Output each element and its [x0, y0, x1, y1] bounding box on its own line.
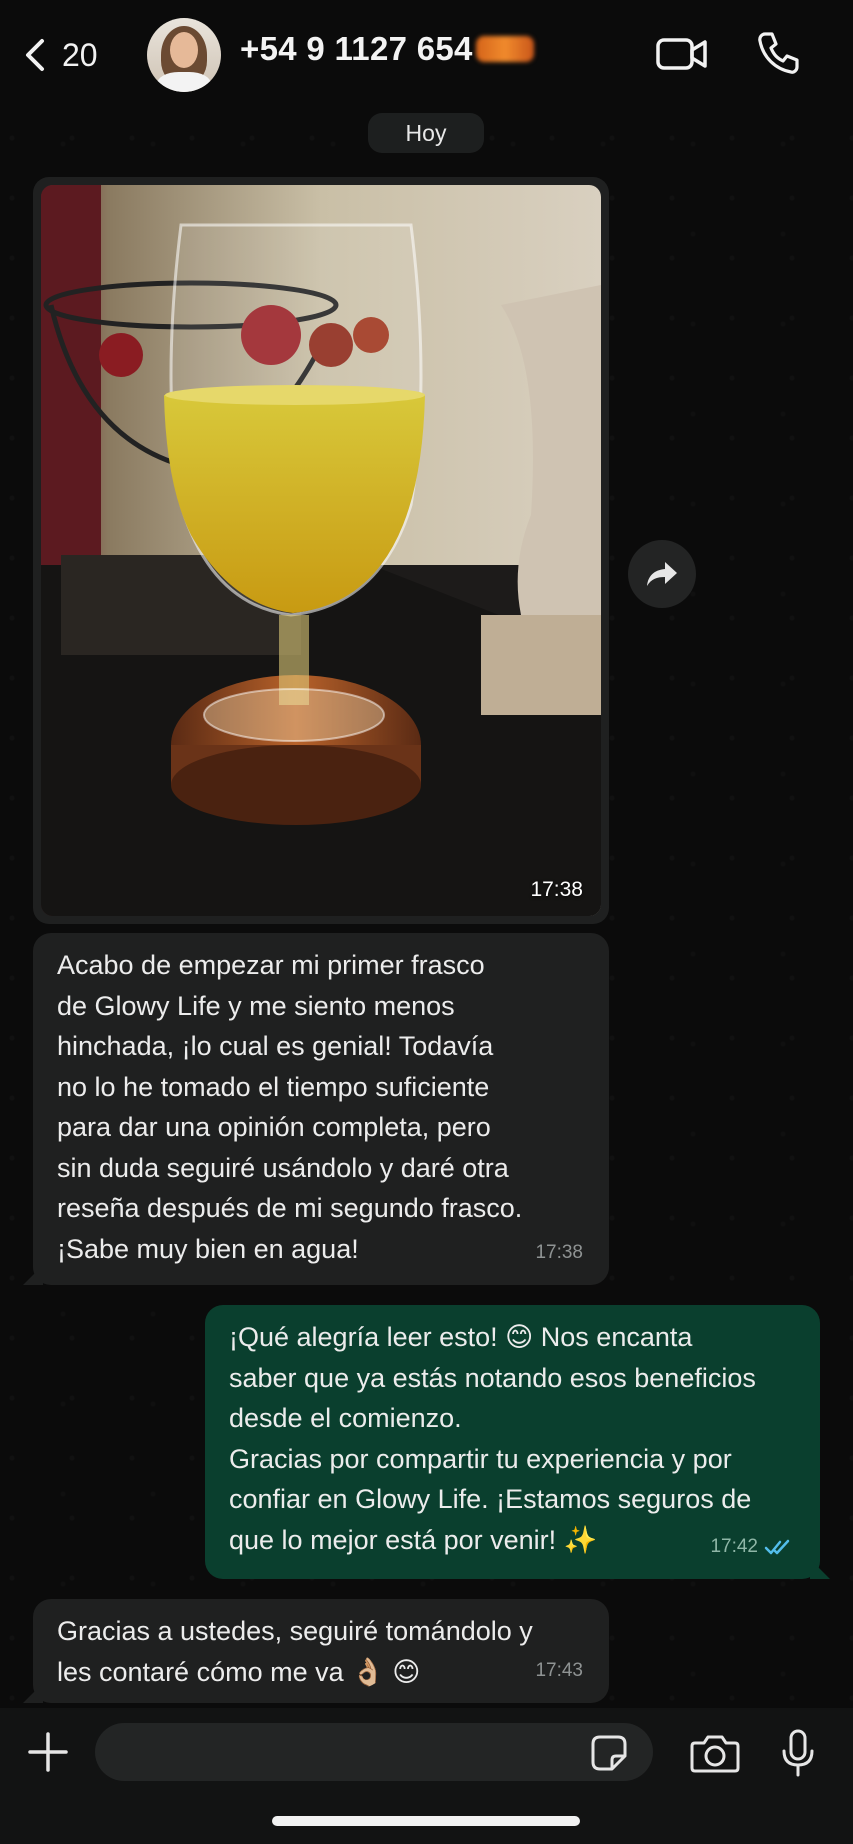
- message-input[interactable]: [95, 1723, 653, 1781]
- back-button[interactable]: 20: [20, 30, 120, 80]
- message-text: Acabo de empezar mi primer frasco de Glo…: [57, 950, 523, 1264]
- message-text: ¡Qué alegría leer esto! 😊 Nos encanta sa…: [229, 1322, 756, 1555]
- message-time: 17:38: [530, 878, 583, 901]
- unread-count: 20: [62, 36, 98, 73]
- incoming-message[interactable]: Gracias a ustedes, seguiré tomándolo y l…: [23, 1599, 609, 1703]
- forward-button[interactable]: [628, 540, 696, 608]
- redacted-digits: [475, 36, 534, 62]
- contact-number: +54 9 1127 654: [240, 30, 473, 67]
- forward-icon: [647, 562, 677, 586]
- voice-message-button[interactable]: [780, 1728, 816, 1778]
- plus-icon: [28, 1732, 68, 1772]
- camera-button[interactable]: [690, 1732, 740, 1774]
- voice-call-button[interactable]: [755, 30, 801, 76]
- video-call-icon: [656, 38, 707, 70]
- message-time: 17:43: [535, 1659, 583, 1681]
- attach-button[interactable]: [26, 1730, 70, 1774]
- read-receipt-icon: [764, 1538, 794, 1556]
- image-message[interactable]: 17:38: [33, 177, 609, 924]
- phone-icon: [758, 32, 799, 74]
- incoming-message[interactable]: Acabo de empezar mi primer frasco de Glo…: [23, 933, 609, 1285]
- sticker-button[interactable]: [590, 1734, 628, 1772]
- date-separator: Hoy: [368, 113, 484, 153]
- microphone-icon: [782, 1729, 814, 1777]
- message-time: 17:38: [535, 1241, 583, 1263]
- avatar[interactable]: [147, 18, 221, 92]
- message-text: Gracias a ustedes, seguiré tomándolo y l…: [57, 1616, 533, 1687]
- chat-header: 20 +54 9 1127 654: [0, 0, 853, 112]
- camera-icon: [690, 1735, 740, 1773]
- sticker-icon: [591, 1735, 627, 1771]
- message-time: 17:42: [710, 1527, 794, 1568]
- contact-name[interactable]: +54 9 1127 654: [240, 30, 534, 68]
- video-call-button[interactable]: [655, 32, 709, 76]
- photo-image: [41, 185, 601, 916]
- outgoing-message[interactable]: ¡Qué alegría leer esto! 😊 Nos encanta sa…: [205, 1305, 830, 1579]
- home-indicator[interactable]: [272, 1816, 580, 1826]
- photo-drink-glass[interactable]: 17:38: [41, 185, 601, 916]
- chevron-left-icon: [26, 39, 44, 71]
